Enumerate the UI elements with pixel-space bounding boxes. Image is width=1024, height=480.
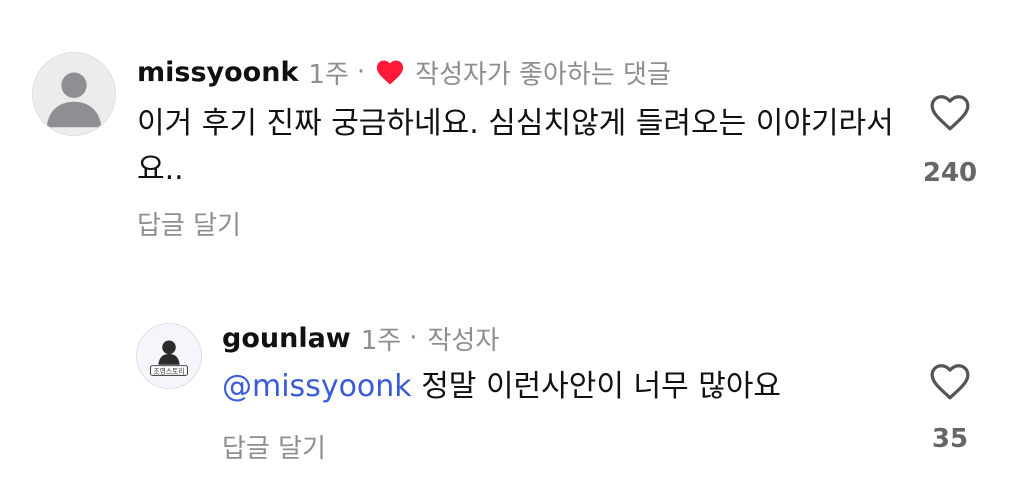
like-count: 240 [922,158,978,188]
separator: · [409,323,418,353]
username[interactable]: gounlaw [222,323,351,354]
comment: missyoonk 1주 · 작성자가 좋아하는 댓글 이거 후기 진짜 궁금하… [0,0,1024,260]
username[interactable]: missyoonk [137,57,298,88]
comment-meta: gounlaw 1주 · 작성자 [222,318,499,358]
avatar[interactable] [32,52,116,136]
liked-by-author-badge: 작성자가 좋아하는 댓글 [415,59,671,90]
reply-button[interactable]: 답글 달기 [137,205,241,242]
like-count: 35 [931,424,969,454]
mention-link[interactable]: @missyoonk [222,369,412,404]
author-badge: 작성자 [427,325,500,356]
heart-outline-icon[interactable] [928,92,972,132]
heart-filled-icon [377,60,404,85]
separator: · [356,57,366,87]
profile-illustration-icon: 조영스토리 [137,324,201,388]
default-user-icon [33,53,115,135]
avatar[interactable]: 조영스토리 [136,323,202,389]
reply-button[interactable]: 답글 달기 [222,428,326,465]
heart-outline-icon[interactable] [928,361,972,401]
comment-text: @missyoonk 정말 이런사안이 너무 많아요 [222,364,922,410]
timestamp: 1주 [308,59,349,90]
timestamp: 1주 [360,325,402,356]
reply-comment: 조영스토리 gounlaw 1주 · 작성자 @missyoonk 정말 이런사… [0,300,1024,480]
avatar-logo-text: 조영스토리 [153,366,184,375]
comment-text: 이거 후기 진짜 궁금하네요. 심심치않게 들려오는 이야기라서요.. [137,106,894,187]
comment-body: 정말 이런사안이 너무 많아요 [411,369,782,404]
comment-meta: missyoonk 1주 · 작성자가 좋아하는 댓글 [137,52,671,92]
